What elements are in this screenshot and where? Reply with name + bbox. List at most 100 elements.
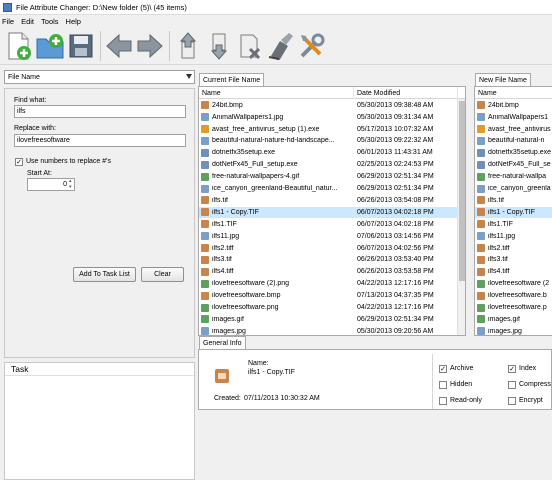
table-row[interactable]: ilfs1.TIF 06/07/2013 04:02:18 PM	[199, 219, 458, 230]
settings-button[interactable]	[297, 30, 327, 62]
table-row[interactable]: images.jpg	[475, 326, 552, 335]
table-row[interactable]: ilfs11.jpg 07/06/2013 03:14:56 PM	[199, 231, 458, 242]
index-checkbox[interactable]: ✓	[508, 365, 516, 373]
start-at-value: 0	[63, 181, 67, 188]
find-input[interactable]: ilfs	[14, 105, 186, 118]
table-row[interactable]: ilfs1 - Copy.TIF 06/07/2013 04:02:18 PM	[199, 207, 458, 218]
table-row[interactable]: ilfs11.jpg	[475, 231, 552, 242]
save-button[interactable]	[66, 30, 96, 62]
table-row[interactable]: ilfs2.tiff	[475, 243, 552, 254]
menu-edit[interactable]: Edit	[21, 17, 34, 26]
add-file-button[interactable]	[4, 30, 34, 62]
date-modified-cell: 06/29/2013 02:51:34 PM	[357, 173, 434, 181]
png-icon	[477, 303, 485, 312]
table-row[interactable]: ilovefreesoftware.png 04/22/2013 12:17:16…	[199, 302, 458, 313]
table-row[interactable]: avast_free_antivirus_setup (1).exe 05/17/…	[199, 124, 458, 135]
new-file-name-cell: ilovefreesoftware (2	[488, 280, 550, 288]
date-modified-cell: 05/30/2013 09:31:34 AM	[357, 113, 434, 121]
table-row[interactable]: free-natural-wallpapers-4.gif 06/29/2013 …	[199, 171, 458, 182]
new-column-name[interactable]: Name	[475, 87, 552, 99]
current-scrollbar[interactable]	[457, 99, 465, 335]
replace-input[interactable]: ilovefreesoftware	[14, 134, 186, 147]
clear-button[interactable]	[266, 30, 296, 62]
table-row[interactable]: ilovefreesoftware.b	[475, 290, 552, 301]
add-folder-button[interactable]	[35, 30, 65, 62]
table-row[interactable]: 24bit.bmp	[475, 100, 552, 111]
table-row[interactable]: ilovefreesoftware (2	[475, 279, 552, 290]
new-file-name-cell: dotnetfx35setup.exe	[488, 149, 552, 157]
table-row[interactable]: ilfs3.tif 06/26/2013 03:53:40 PM	[199, 255, 458, 266]
column-date-modified[interactable]: Date Modified	[354, 87, 458, 99]
spinner-arrows-icon[interactable]: ▴ ▾	[69, 178, 72, 190]
add-to-task-list-button[interactable]: Add To Task List	[73, 267, 136, 282]
new-file-name-cell: ice_canyon_greenla	[488, 185, 551, 193]
date-modified-cell: 05/30/2013 09:22:32 AM	[357, 137, 434, 145]
column-name[interactable]: Name	[199, 87, 354, 99]
replace-value: ilovefreesoftware	[17, 137, 70, 144]
use-numbers-checkbox[interactable]: ✓	[15, 158, 23, 166]
table-row[interactable]: ilovefreesoftware.bmp 07/13/2013 04:37:35…	[199, 290, 458, 301]
tif-icon	[201, 208, 209, 217]
date-modified-cell: 05/17/2013 10:07:32 AM	[357, 125, 434, 133]
file-name-cell: beautiful-natural-nature-hd-landscape...	[212, 137, 335, 145]
table-row[interactable]: ice_canyon_greenla	[475, 183, 552, 194]
table-row[interactable]: beautiful-natural-nature-hd-landscape...…	[199, 136, 458, 147]
table-row[interactable]: free-natural-wallpa	[475, 171, 552, 182]
archive-checkbox[interactable]: ✓	[439, 365, 447, 373]
table-row[interactable]: 24bit.bmp 05/30/2013 09:38:48 AM	[199, 100, 458, 111]
new-column-header: Name	[475, 87, 552, 99]
table-row[interactable]: dotnetfx35setup.exe 06/01/2013 11:43:31 A…	[199, 148, 458, 159]
table-row[interactable]: ilfs2.tiff 06/07/2013 04:02:56 PM	[199, 243, 458, 254]
use-numbers-label: Use numbers to replace #'s	[26, 158, 111, 165]
table-row[interactable]: ilfs1.TIF	[475, 219, 552, 230]
encrypt-checkbox[interactable]	[508, 397, 516, 405]
clear-task-button[interactable]: Clear	[141, 267, 184, 282]
forward-button[interactable]	[135, 30, 165, 62]
gif-icon	[477, 172, 485, 181]
tab-new-file-name[interactable]: New File Name	[475, 73, 531, 86]
move-down-button[interactable]	[204, 30, 234, 62]
encrypt-label: Encrypt	[519, 397, 543, 404]
add-file-icon	[8, 32, 31, 60]
table-row[interactable]: images.gif 06/29/2013 02:51:34 PM	[199, 314, 458, 325]
mode-select[interactable]: File Name	[4, 70, 195, 84]
read-only-checkbox[interactable]	[439, 397, 447, 405]
table-row[interactable]: images.gif	[475, 314, 552, 325]
menu-file[interactable]: File	[2, 17, 14, 26]
tab-current-file-name[interactable]: Current File Name	[199, 73, 265, 86]
table-row[interactable]: images.jpg 05/30/2013 09:20:56 AM	[199, 326, 458, 335]
scrollbar-thumb[interactable]	[459, 101, 465, 281]
tab-general-info[interactable]: General Info	[199, 336, 246, 349]
table-row[interactable]: dotnetfx35setup.exe	[475, 148, 552, 159]
table-row[interactable]: ilfs4.tiff 06/26/2013 03:53:58 PM	[199, 267, 458, 278]
date-modified-cell: 05/30/2013 09:38:48 AM	[357, 101, 434, 109]
read-only-label: Read-only	[450, 397, 482, 404]
table-row[interactable]: AnimalWallpapers1.jpg 05/30/2013 09:31:34…	[199, 112, 458, 123]
table-row[interactable]: ilfs.tif	[475, 195, 552, 206]
table-row[interactable]: ilovefreesoftware.p	[475, 302, 552, 313]
bmp-icon	[201, 101, 209, 110]
table-row[interactable]: avast_free_antivirus	[475, 124, 552, 135]
tif-icon	[477, 244, 485, 253]
new-file-name-cell: free-natural-wallpa	[488, 173, 546, 181]
table-row[interactable]: ilovefreesoftware (2).png 04/22/2013 12:1…	[199, 279, 458, 290]
start-at-stepper[interactable]: 0	[27, 178, 75, 191]
hidden-checkbox[interactable]	[439, 381, 447, 389]
back-button[interactable]	[104, 30, 134, 62]
table-row[interactable]: dotNetFx45_Full_setup.exe 02/25/2013 02:2…	[199, 160, 458, 171]
table-row[interactable]: ilfs3.tif	[475, 255, 552, 266]
menu-help[interactable]: Help	[66, 17, 81, 26]
move-up-button[interactable]	[173, 30, 203, 62]
compress-checkbox[interactable]	[508, 381, 516, 389]
table-row[interactable]: ice_canyon_greenland-Beautiful_natur... 0…	[199, 183, 458, 194]
table-row[interactable]: AnimalWallpapers1	[475, 112, 552, 123]
table-row[interactable]: beautiful-natural-n	[475, 136, 552, 147]
table-row[interactable]: ilfs1 - Copy.TIF	[475, 207, 552, 218]
table-row[interactable]: ilfs4.tiff	[475, 267, 552, 278]
new-file-name-cell: images.jpg	[488, 327, 522, 335]
remove-button[interactable]	[235, 30, 265, 62]
file-name-cell: 24bit.bmp	[212, 101, 243, 109]
menu-tools[interactable]: Tools	[41, 17, 59, 26]
table-row[interactable]: dotNetFx45_Full_se	[475, 160, 552, 171]
table-row[interactable]: ilfs.tif 06/26/2013 03:54:08 PM	[199, 195, 458, 206]
